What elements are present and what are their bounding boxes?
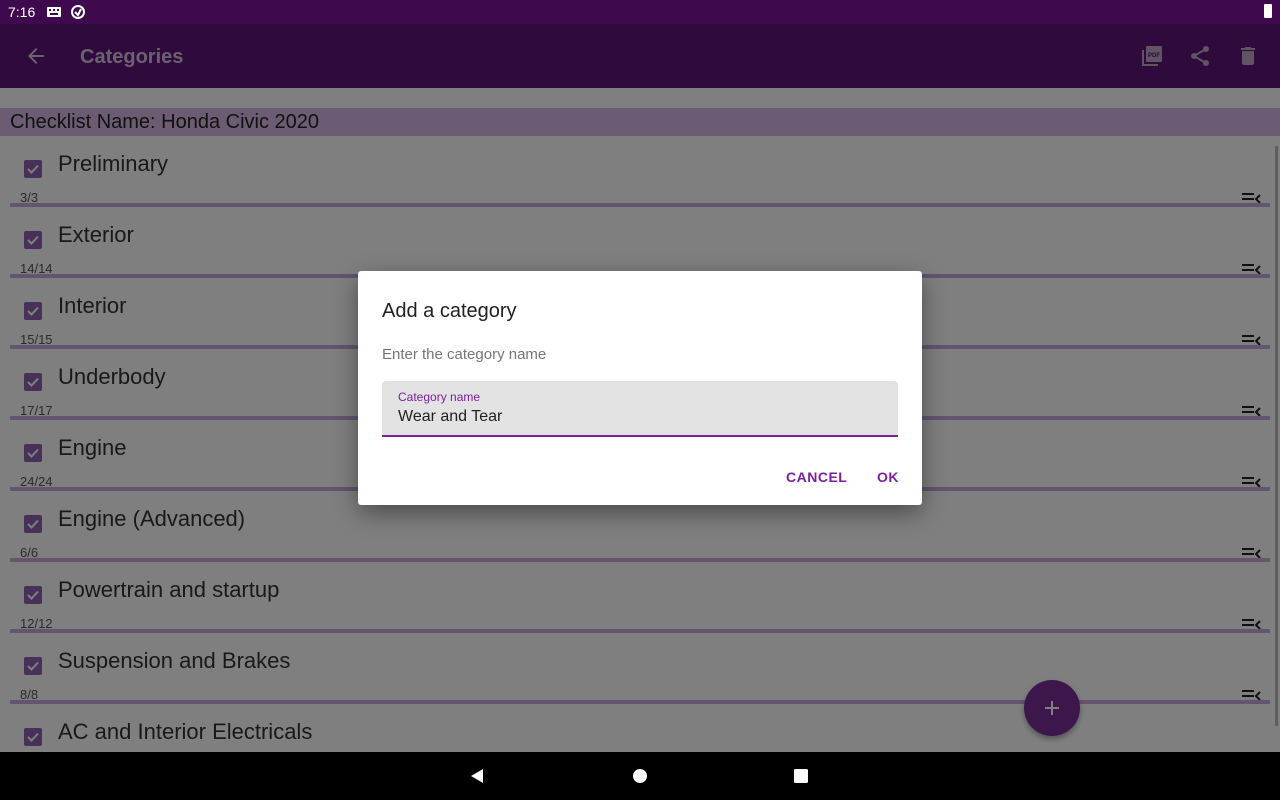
battery-icon: [1264, 4, 1272, 18]
category-name-input[interactable]: [398, 407, 878, 427]
nav-home-icon[interactable]: [632, 768, 648, 784]
status-bar: 7:16: [0, 0, 1280, 24]
ok-button[interactable]: OK: [877, 469, 899, 485]
category-name-field[interactable]: Category name: [382, 381, 898, 437]
keyboard-icon: [46, 4, 62, 20]
add-category-dialog: Add a category Enter the category name C…: [358, 271, 922, 505]
dialog-message: Enter the category name: [382, 346, 547, 363]
status-time: 7:16: [8, 4, 36, 20]
dialog-title: Add a category: [382, 300, 517, 322]
nav-back-icon[interactable]: [469, 768, 485, 784]
nav-recents-icon[interactable]: [793, 768, 809, 784]
sync-icon: [70, 4, 86, 20]
field-label: Category name: [398, 390, 481, 404]
navigation-bar: [0, 752, 1280, 800]
cancel-button[interactable]: CANCEL: [786, 469, 847, 485]
